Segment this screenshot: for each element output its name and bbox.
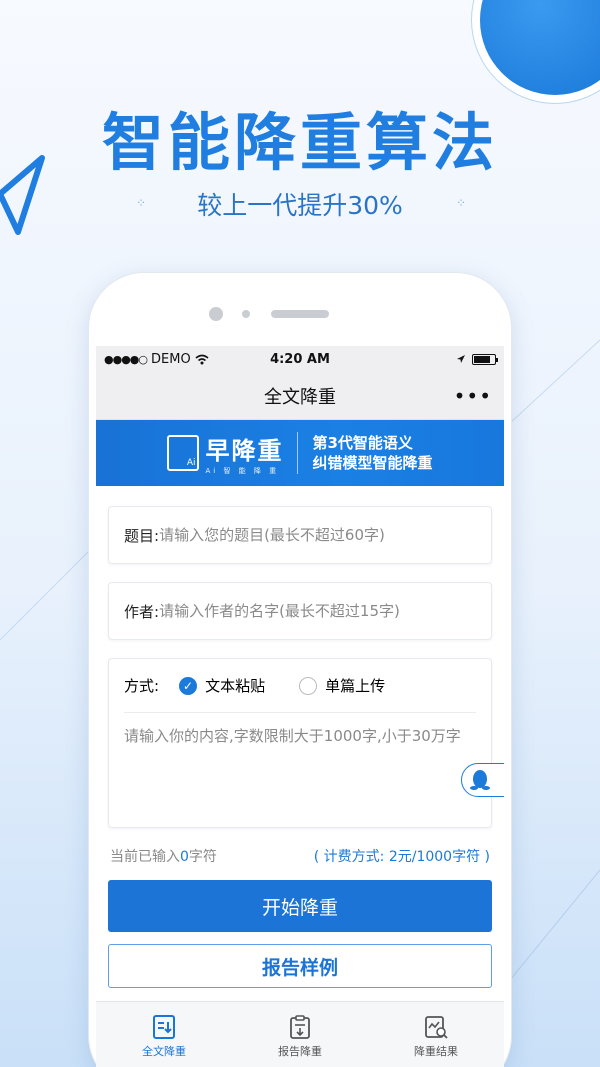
rewrite-form: 题目: 作者: 方式: ✓ 文本粘贴 单篇上传 [96, 486, 504, 988]
title-input[interactable] [159, 526, 476, 544]
method-row: 方式: ✓ 文本粘贴 单篇上传 [124, 659, 476, 713]
title-field-row: 题目: [108, 506, 492, 564]
banner-divider [297, 432, 299, 474]
signal-strength-icon: ●●●●○ [104, 352, 148, 366]
report-search-icon [425, 1016, 448, 1039]
logo-subtext: Ai 智 能 降 重 [205, 466, 280, 475]
check-icon: ✓ [179, 676, 198, 695]
method-option-upload[interactable]: 单篇上传 [299, 675, 385, 696]
radio-unchecked-icon [299, 676, 318, 695]
method-option-paste[interactable]: ✓ 文本粘贴 [179, 675, 265, 696]
method-option-paste-label: 文本粘贴 [205, 677, 266, 695]
battery-icon [472, 353, 498, 365]
tab-rewrite-results[interactable]: 降重结果 [368, 1002, 504, 1067]
author-field-row: 作者: [108, 582, 492, 640]
promo-banner[interactable]: Ai 早降重 Ai 智 能 降 重 第3代智能语义 纠错模型智能降重 [96, 420, 504, 486]
more-menu-button[interactable]: ••• [454, 384, 492, 408]
tab-full-text-rewrite[interactable]: 全文降重 [96, 1002, 232, 1067]
hero-subtitle: 较上一代提升30% [197, 191, 403, 220]
location-arrow-icon [457, 355, 465, 363]
phone-speaker [271, 310, 329, 318]
hero-dot-right: ⁘ [456, 196, 467, 210]
hero-title: 智能降重算法 [101, 106, 498, 179]
content-card: 方式: ✓ 文本粘贴 单篇上传 [108, 658, 504, 828]
penguin-icon [470, 770, 490, 790]
tagline-line-2: 纠错模型智能降重 [312, 454, 433, 472]
report-sample-button[interactable]: 报告样例 [108, 944, 492, 988]
phone-camera [209, 307, 223, 321]
document-edit-icon [153, 1015, 175, 1039]
tab-rewrite-results-label: 降重结果 [414, 1045, 458, 1058]
counter-row: 当前已输入0字符 ( 计费方式: 2元/1000字符 ) [108, 828, 492, 872]
carrier-name: DEMO [151, 351, 191, 367]
start-rewrite-button[interactable]: 开始降重 [108, 880, 492, 932]
char-count: 0 [180, 849, 189, 865]
method-label: 方式: [124, 677, 160, 695]
method-option-upload-label: 单篇上传 [325, 677, 386, 695]
bottom-tab-bar: 全文降重 报告降重 降重结果 [96, 1001, 504, 1067]
tab-report-rewrite[interactable]: 报告降重 [232, 1002, 368, 1067]
phone-sensor [242, 310, 250, 318]
nav-title: 全文降重 [264, 386, 336, 408]
customer-service-button[interactable] [461, 763, 504, 797]
logo-mark-icon: Ai [167, 435, 200, 471]
status-bar: ●●●●○ DEMO 4:20 AM [96, 346, 504, 372]
banner-tagline: 第3代智能语义 纠错模型智能降重 [312, 433, 432, 473]
fee-info: ( 计费方式: 2元/1000字符 ) [313, 849, 490, 865]
tab-report-rewrite-label: 报告降重 [278, 1045, 322, 1058]
logo-text: 早降重 [205, 436, 284, 465]
tab-full-text-rewrite-label: 全文降重 [142, 1045, 186, 1058]
wifi-icon [195, 354, 209, 364]
brand-logo: Ai 早降重 Ai 智 能 降 重 [167, 431, 283, 476]
char-counter: 当前已输入0字符 [110, 849, 217, 865]
nav-bar: 全文降重 ••• [96, 372, 504, 420]
tagline-line-1: 第3代智能语义 [312, 434, 413, 452]
author-label: 作者: [124, 602, 160, 621]
content-textarea[interactable] [124, 725, 476, 815]
author-input[interactable] [159, 602, 476, 620]
app-screen: ●●●●○ DEMO 4:20 AM 全文降重 ••• Ai 早降重 Ai 智 … [96, 346, 504, 1067]
clipboard-icon [290, 1015, 310, 1039]
title-label: 题目: [124, 526, 160, 545]
